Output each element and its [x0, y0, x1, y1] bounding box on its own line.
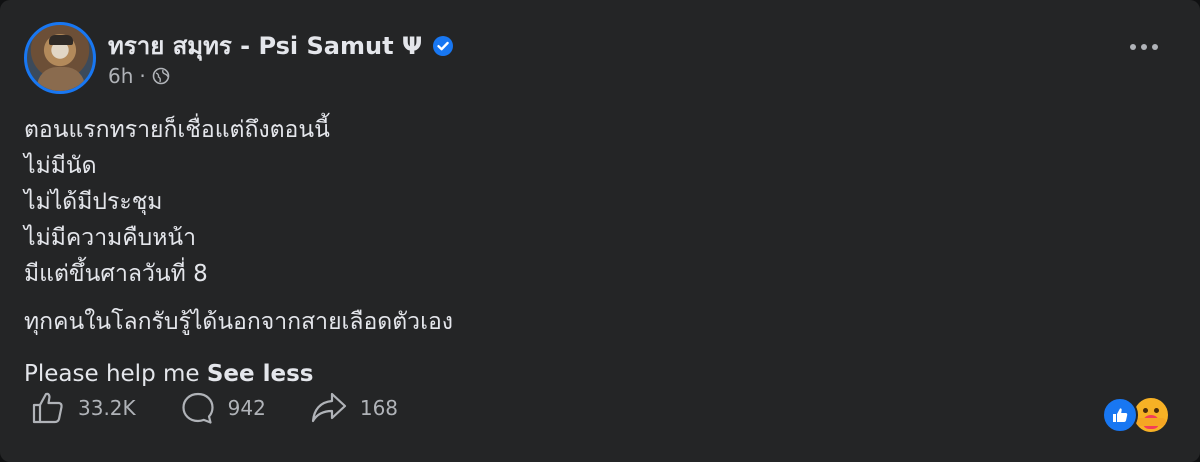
author-avatar[interactable]: [24, 22, 96, 94]
globe-icon[interactable]: [152, 67, 170, 85]
post-paragraph-3: Please help me See less: [24, 356, 1164, 392]
comment-button[interactable]: 942: [180, 390, 266, 426]
action-bar: 33.2K 942 168: [30, 390, 442, 426]
post-line: มีแต่ขึ้นศาลวันที่ 8: [24, 261, 208, 287]
meta-separator: ·: [139, 64, 146, 88]
verified-badge-icon: [432, 35, 454, 57]
more-options-icon[interactable]: [1130, 44, 1158, 50]
share-count: 168: [359, 396, 399, 420]
see-less-link[interactable]: See less: [207, 361, 314, 387]
post-line: ไม่มีความคืบหน้า: [24, 225, 197, 251]
care-eye: [1154, 408, 1159, 413]
post-meta: 6h ·: [108, 64, 170, 88]
post-line: ไม่มีนัด: [24, 153, 97, 179]
share-arrow-icon: [310, 390, 348, 426]
author-name[interactable]: ทราย สมุทร - Psi Samut Ψ: [108, 26, 422, 65]
thumbs-up-icon: [30, 390, 66, 426]
like-reaction-icon: [1102, 397, 1138, 433]
post-body: ตอนแรกทรายก็เชื่อแต่ถึงตอนนี้ ไม่มีนัด ไ…: [24, 112, 1164, 392]
like-button[interactable]: 33.2K: [30, 390, 136, 426]
reaction-summary[interactable]: [1102, 396, 1170, 434]
post-time[interactable]: 6h: [108, 64, 133, 88]
care-eye: [1143, 408, 1148, 413]
post-card: ทราย สมุทร - Psi Samut Ψ 6h · ตอนแรกทราย…: [0, 0, 1200, 462]
care-arm: [1136, 418, 1166, 426]
like-count: 33.2K: [78, 396, 136, 420]
avatar-body: [37, 67, 85, 91]
comment-count: 942: [227, 396, 266, 420]
post-line: ไม่ได้มีประชุม: [24, 189, 163, 215]
comment-icon: [180, 390, 216, 426]
post-line: ตอนแรกทรายก็เชื่อแต่ถึงตอนนี้: [24, 117, 330, 143]
post-paragraph-2: ทุกคนในโลกรับรู้ได้นอกจากสายเลือดตัวเอง: [24, 309, 454, 335]
share-button[interactable]: 168: [310, 390, 398, 426]
post-closing-text: Please help me: [24, 361, 200, 387]
more-dot: [1130, 44, 1136, 50]
avatar-hat: [49, 35, 73, 45]
more-dot: [1141, 44, 1147, 50]
more-dot: [1152, 44, 1158, 50]
post-header: ทราย สมุทร - Psi Samut Ψ: [108, 26, 454, 65]
